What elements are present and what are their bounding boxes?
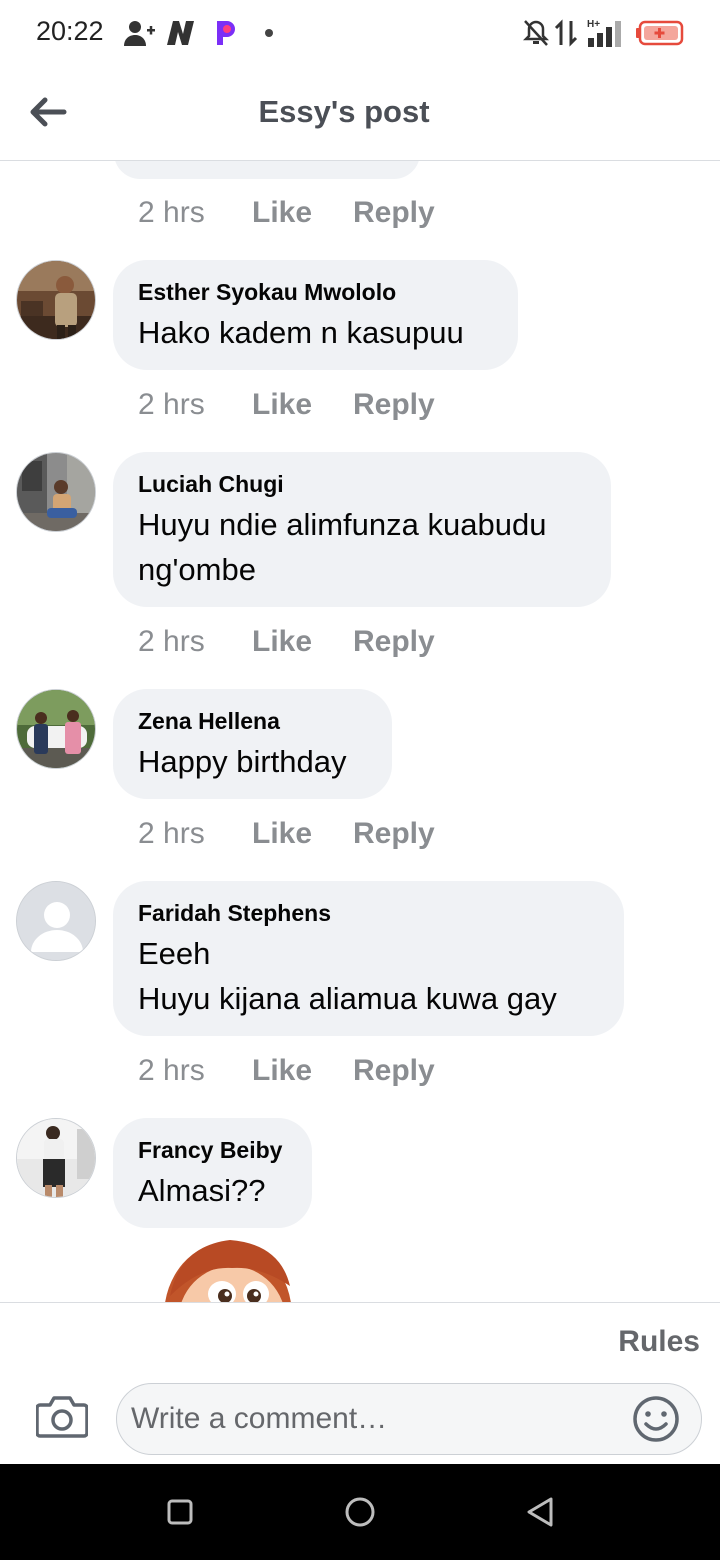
comment-composer: Rules	[0, 1302, 720, 1464]
home-button[interactable]	[340, 1492, 380, 1532]
comment-actions: 2 hrs Like Reply	[138, 385, 435, 425]
person-add-icon	[122, 18, 156, 48]
reply-button[interactable]: Reply	[353, 1054, 435, 1088]
comment-text: Eeeh Huyu kijana aliamua kuwa gay	[138, 936, 557, 1016]
data-transfer-icon	[552, 18, 580, 48]
avatar[interactable]	[16, 881, 96, 961]
reply-button[interactable]: Reply	[353, 196, 435, 230]
reply-button[interactable]: Reply	[353, 817, 435, 851]
comment-author[interactable]: Luciah Chugi	[138, 470, 585, 498]
page-title: Essy's post	[258, 94, 430, 129]
comment-time: 2 hrs	[138, 388, 205, 421]
comment-time: 2 hrs	[138, 1054, 205, 1087]
comment-sticker[interactable]	[140, 1236, 320, 1302]
square-recents-icon	[167, 1499, 193, 1525]
comment-actions: 2 hrs Like Reply	[138, 193, 435, 233]
comment-bubble[interactable]: Luciah Chugi Huyu ndie alimfunza kuabudu…	[113, 452, 611, 607]
reply-button[interactable]: Reply	[353, 625, 435, 659]
comment-time: 2 hrs	[138, 196, 205, 229]
circle-home-icon	[345, 1497, 375, 1527]
reply-button[interactable]: Reply	[353, 388, 435, 422]
like-button[interactable]: Like	[252, 1054, 353, 1088]
comment-bubble[interactable]: Zena Hellena Happy birthday	[113, 689, 392, 799]
battery-low-icon	[636, 18, 684, 48]
comment-time: 2 hrs	[138, 817, 205, 850]
avatar[interactable]	[16, 452, 96, 532]
comment-text: Huyu ndie alimfunza kuabudu ng'ombe	[138, 507, 547, 587]
like-button[interactable]: Like	[252, 625, 353, 659]
avatar[interactable]	[16, 260, 96, 340]
rules-link[interactable]: Rules	[618, 1325, 700, 1359]
comment-author[interactable]: Francy Beiby	[138, 1136, 286, 1164]
comment-author[interactable]: Faridah Stephens	[138, 899, 598, 927]
dot-icon	[262, 18, 276, 48]
like-button[interactable]: Like	[252, 388, 353, 422]
comment-time: 2 hrs	[138, 625, 205, 658]
like-button[interactable]: Like	[252, 817, 353, 851]
comment-bubble[interactable]: Esther Syokau Mwololo Hako kadem n kasup…	[113, 260, 518, 370]
status-time: 20:22	[36, 16, 104, 46]
avatar[interactable]	[16, 1118, 96, 1198]
comment-input[interactable]	[131, 1384, 621, 1454]
recents-button[interactable]	[160, 1492, 200, 1532]
post-header: Essy's post	[0, 66, 720, 161]
comment-author[interactable]: Esther Syokau Mwololo	[138, 278, 492, 306]
like-button[interactable]: Like	[252, 196, 353, 230]
comment-actions: 2 hrs Like Reply	[138, 622, 435, 662]
comment-text: Almasi??	[138, 1173, 266, 1208]
comment-text: Hako kadem n kasupuu	[138, 315, 464, 350]
network-label: H+	[587, 19, 600, 30]
comment-input-field[interactable]	[116, 1383, 702, 1455]
n-app-icon	[164, 18, 198, 48]
default-avatar-icon	[17, 882, 95, 960]
comment-bubble[interactable]: Francy Beiby Almasi??	[113, 1118, 312, 1228]
system-navigation-bar	[0, 1464, 720, 1560]
comment-actions: 2 hrs Like Reply	[138, 814, 435, 854]
p-app-icon	[212, 18, 240, 48]
signal-icon: H+	[586, 18, 626, 48]
status-bar: 20:22 H+	[0, 0, 720, 66]
comment-text: Happy birthday	[138, 744, 347, 779]
camera-icon	[35, 1396, 89, 1438]
comments-feed[interactable]: 2 hrs Like Reply Esther Syokau Mwololo H…	[0, 161, 720, 1302]
back-nav-button[interactable]	[520, 1492, 560, 1532]
mute-icon	[522, 18, 550, 48]
triangle-back-icon	[527, 1497, 553, 1527]
emoji-button[interactable]	[631, 1394, 681, 1444]
smiley-icon	[633, 1396, 679, 1442]
previous-comment-bubble	[114, 161, 420, 179]
comment-author[interactable]: Zena Hellena	[138, 707, 366, 735]
comment-actions: 2 hrs Like Reply	[138, 1051, 435, 1091]
camera-button[interactable]	[35, 1393, 89, 1439]
comment-bubble[interactable]: Faridah Stephens Eeeh Huyu kijana aliamu…	[113, 881, 624, 1036]
avatar[interactable]	[16, 689, 96, 769]
